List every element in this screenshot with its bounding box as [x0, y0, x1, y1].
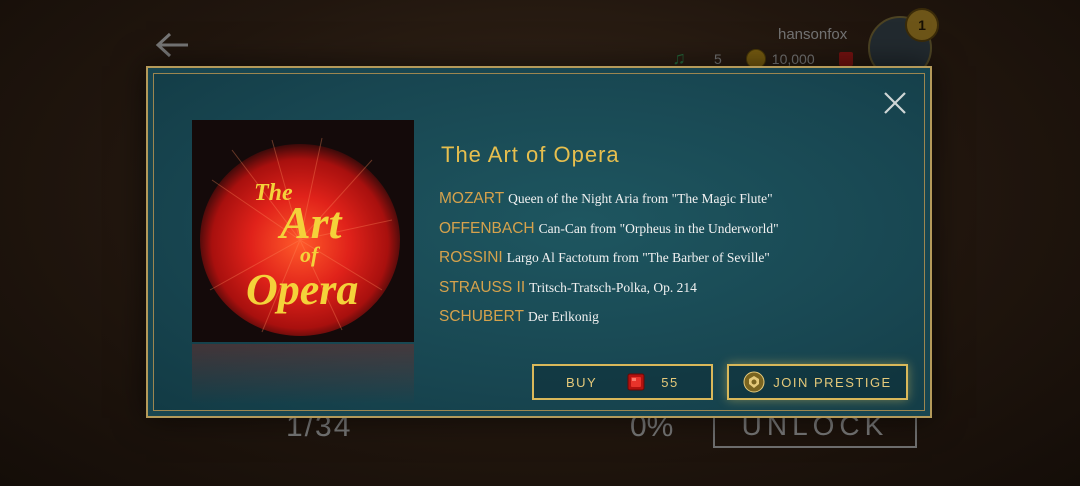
piece-title: Tritsch-Tratsch-Polka, Op. 214 [529, 279, 697, 295]
composer-name: ROSSINI [439, 249, 503, 266]
close-icon[interactable] [882, 90, 908, 116]
album-cover: The Art of Opera [192, 120, 414, 342]
composer-name: STRAUSS II [439, 278, 526, 296]
piece-title: Der Erlkonig [527, 309, 599, 324]
list-item: OFFENBACH Can-Can from "Orpheus in the Un… [439, 214, 779, 244]
list-item: STRAUSS II Tritsch-Tratsch-Polka, Op. 214 [439, 273, 779, 303]
cover-text-of: of [300, 242, 321, 267]
album-reflection [192, 344, 414, 404]
notes-count: 5 [714, 50, 722, 67]
back-arrow-icon[interactable] [154, 30, 190, 60]
prestige-crest-icon [743, 371, 765, 393]
cover-text-art: Art [277, 197, 343, 248]
username: hansonfox [778, 26, 848, 43]
buy-price: 55 [661, 374, 679, 390]
album-title: The Art of Opera [441, 142, 620, 167]
composer-name: OFFENBACH [439, 219, 535, 237]
composer-name: MOZART [439, 190, 505, 207]
piece-title: Can-Can from "Orpheus in the Underworld" [538, 220, 779, 236]
list-item: ROSSINI Largo Al Factotum from "The Barbe… [439, 243, 779, 273]
ruby-gem-icon [627, 373, 645, 391]
gem-icon [838, 51, 853, 66]
list-item: MOZART Queen of the Night Aria from "The … [439, 184, 779, 214]
track-list: MOZART Queen of the Night Aria from "The … [439, 184, 779, 332]
cover-text-opera: Opera [246, 265, 358, 314]
piece-title: Largo Al Factotum from "The Barber of Se… [506, 250, 770, 265]
album-detail-modal: The Art of Opera The Art of Opera MOZART… [146, 66, 932, 418]
join-prestige-button[interactable]: JOIN PRESTIGE [727, 364, 908, 400]
prestige-label: JOIN PRESTIGE [773, 374, 892, 390]
piece-title: Queen of the Night Aria from "The Magic … [508, 191, 773, 206]
list-item: SCHUBERT Der Erlkonig [439, 302, 779, 332]
album-art: The Art of Opera [192, 120, 414, 342]
coin-count: 10,000 [771, 50, 815, 67]
level-badge: 1 [905, 8, 939, 42]
buy-button[interactable]: BUY 55 [532, 364, 713, 400]
buy-label: BUY [566, 374, 598, 390]
composer-name: SCHUBERT [439, 308, 524, 325]
